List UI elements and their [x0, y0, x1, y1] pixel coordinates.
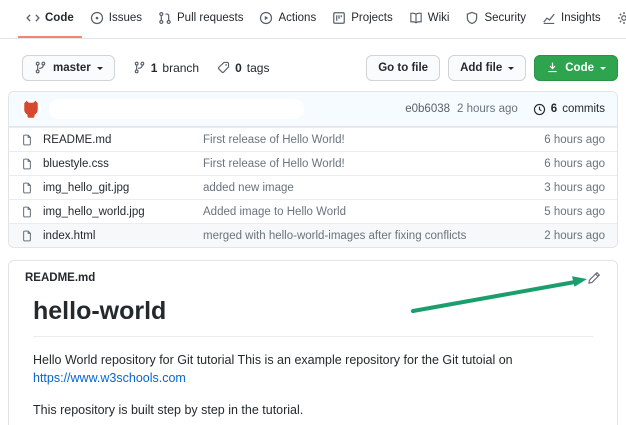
file-icon: [21, 134, 33, 146]
tab-issues[interactable]: Issues: [82, 0, 150, 38]
file-icon: [21, 206, 33, 218]
branch-name: master: [53, 61, 91, 74]
code-download-button[interactable]: Code: [534, 54, 618, 81]
tab-settings[interactable]: Settings: [609, 0, 626, 38]
commit-history-link[interactable]: 6 commits: [533, 103, 605, 116]
file-name-link[interactable]: index.html: [43, 230, 203, 242]
file-name-link[interactable]: bluestyle.css: [43, 158, 203, 170]
issue-icon: [90, 11, 104, 25]
tab-security[interactable]: Security: [457, 0, 534, 38]
go-to-file-button[interactable]: Go to file: [366, 54, 441, 81]
file-name-link[interactable]: img_hello_git.jpg: [43, 182, 203, 194]
file-commit-time[interactable]: 2 hours ago: [544, 230, 605, 242]
tab-projects[interactable]: Projects: [324, 0, 401, 38]
file-browser-card: e0b6038 2 hours ago 6 commits README.md …: [8, 91, 618, 248]
tab-label: Wiki: [427, 12, 450, 24]
file-icon: [21, 182, 33, 194]
latest-commit-bar: e0b6038 2 hours ago 6 commits: [9, 92, 617, 127]
chevron-down-icon: [96, 66, 103, 73]
code-icon: [26, 11, 40, 25]
readme-content: hello-world Hello World repository for G…: [9, 297, 617, 425]
table-row[interactable]: README.md First release of Hello World! …: [9, 127, 617, 151]
readme-paragraph: This repository is built step by step in…: [33, 403, 304, 418]
tag-count: 0: [235, 60, 242, 75]
tab-label: Code: [45, 12, 74, 24]
table-row[interactable]: img_hello_world.jpg Added image to Hello…: [9, 199, 617, 223]
branch-icon: [34, 61, 47, 74]
chevron-down-icon: [600, 66, 606, 73]
table-row[interactable]: index.html merged with hello-world-image…: [9, 223, 617, 247]
branch-count-label: branch: [162, 60, 200, 75]
table-row[interactable]: img_hello_git.jpg added new image 3 hour…: [9, 175, 617, 199]
readme-filename: README.md: [25, 272, 96, 284]
gear-icon: [617, 11, 626, 25]
commit-message-link[interactable]: Added image to Hello World: [203, 206, 544, 218]
tab-label: Issues: [108, 12, 142, 24]
book-icon: [409, 11, 423, 25]
tab-code[interactable]: Code: [18, 0, 82, 38]
repo-toolbar: master 1 branch 0 tags Go to file Add fi…: [8, 54, 618, 81]
redacted-commit-message: [49, 99, 304, 119]
chevron-down-icon: [508, 66, 515, 73]
avatar[interactable]: [21, 99, 41, 119]
file-name-link[interactable]: img_hello_world.jpg: [43, 206, 203, 218]
w3schools-link[interactable]: https://www.w3schools.com: [33, 371, 186, 385]
graph-icon: [542, 11, 556, 25]
repo-content: master 1 branch 0 tags Go to file Add fi…: [0, 54, 626, 425]
file-icon: [21, 158, 33, 170]
tab-insights[interactable]: Insights: [534, 0, 609, 38]
tag-icon: [217, 61, 230, 74]
tab-label: Security: [484, 12, 527, 24]
tab-pull-requests[interactable]: Pull requests: [150, 0, 251, 38]
commits-count: 6: [550, 103, 558, 115]
tab-label: Pull requests: [177, 12, 244, 24]
add-file-button[interactable]: Add file: [448, 54, 527, 81]
tab-wiki[interactable]: Wiki: [401, 0, 458, 38]
tag-count-label: tags: [246, 60, 270, 75]
branch-selector[interactable]: master: [22, 54, 115, 81]
pull-request-icon: [158, 11, 172, 25]
file-icon: [21, 230, 33, 242]
tab-label: Insights: [561, 12, 601, 24]
clock-icon: [533, 103, 546, 116]
commit-message-link[interactable]: First release of Hello World!: [203, 134, 544, 146]
branch-icon: [133, 61, 146, 74]
tags-link[interactable]: 0 tags: [217, 61, 269, 75]
play-icon: [259, 11, 273, 25]
file-commit-time[interactable]: 3 hours ago: [544, 182, 605, 194]
commit-message-link[interactable]: added new image: [203, 182, 544, 194]
tab-label: Actions: [278, 12, 317, 24]
table-row[interactable]: bluestyle.css First release of Hello Wor…: [9, 151, 617, 175]
project-board-icon: [332, 11, 346, 25]
download-icon: [546, 61, 559, 74]
readme-title: hello-world: [33, 297, 593, 337]
commits-label: commits: [562, 103, 605, 115]
branch-count: 1: [150, 60, 158, 75]
repo-nav: Code Issues Pull requests Actions Projec…: [0, 0, 626, 39]
edit-readme-pencil-icon[interactable]: [587, 271, 601, 285]
commit-message-link[interactable]: First release of Hello World!: [203, 158, 544, 170]
file-commit-time[interactable]: 6 hours ago: [544, 134, 605, 146]
shield-icon: [465, 11, 479, 25]
commit-hash-link[interactable]: e0b6038: [405, 103, 450, 115]
tab-label: Projects: [351, 12, 393, 24]
readme-card: README.md hello-world Hello World reposi…: [8, 260, 618, 425]
branches-link[interactable]: 1 branch: [133, 61, 199, 75]
commit-time: 2 hours ago: [457, 103, 518, 115]
tab-actions[interactable]: Actions: [251, 0, 324, 38]
file-name-link[interactable]: README.md: [43, 134, 203, 146]
readme-paragraph: Hello World repository for Git tutorial …: [33, 353, 513, 386]
file-commit-time[interactable]: 5 hours ago: [544, 206, 605, 218]
file-commit-time[interactable]: 6 hours ago: [544, 158, 605, 170]
commit-message-link[interactable]: merged with hello-world-images after fix…: [203, 230, 544, 242]
